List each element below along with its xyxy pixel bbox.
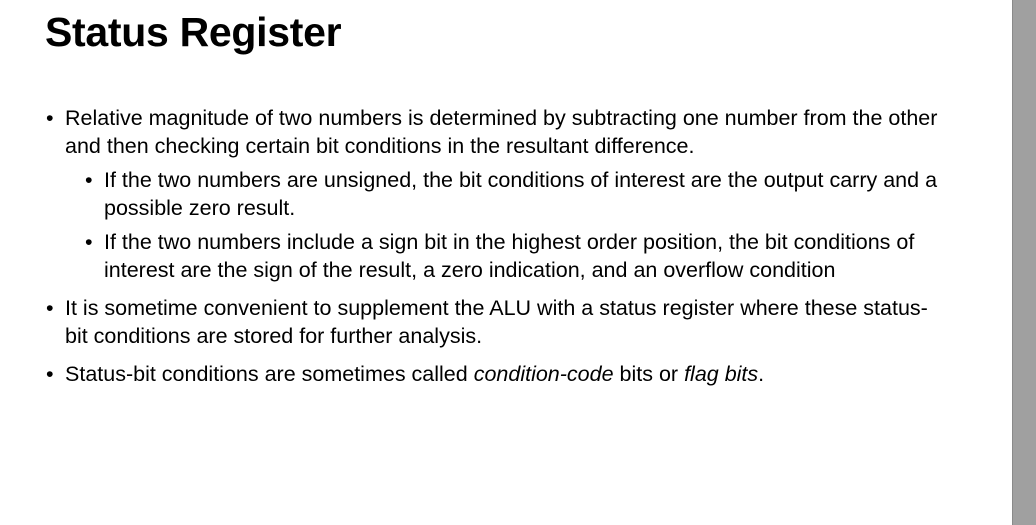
bullet-dot-icon: •	[46, 362, 54, 386]
bullet-dot-icon: •	[46, 296, 54, 320]
bullet-text-post: .	[758, 362, 765, 386]
sub-bullet-item-2: • If the two numbers include a sign bit …	[85, 228, 946, 284]
term-flag-bits: flag bits	[684, 362, 759, 386]
slide-title: Status Register	[45, 9, 342, 55]
bullet-dot-icon: •	[46, 106, 54, 130]
sub-bullet-item-1: • If the two numbers are unsigned, the b…	[85, 166, 946, 222]
sub-bullet-text: If the two numbers include a sign bit in…	[104, 230, 915, 282]
bullet-dot-icon: •	[85, 230, 93, 254]
bullet-item-1: • Relative magnitude of two numbers is d…	[46, 104, 946, 284]
window-edge-scrollbar	[1012, 0, 1036, 525]
sub-bullet-list: • If the two numbers are unsigned, the b…	[85, 166, 946, 284]
bullet-text: Relative magnitude of two numbers is det…	[65, 106, 938, 158]
bullet-item-3: • Status-bit conditions are sometimes ca…	[46, 360, 946, 388]
sub-bullet-text: If the two numbers are unsigned, the bit…	[104, 168, 938, 220]
bullet-text-pre: Status-bit conditions are sometimes call…	[65, 362, 474, 386]
slide: Status Register • Relative magnitude of …	[0, 0, 1012, 525]
term-condition-code: condition-code	[473, 362, 614, 386]
bullet-item-2: • It is sometime convenient to supplemen…	[46, 294, 946, 350]
bullet-text-mid: bits or	[613, 362, 685, 386]
slide-content: • Relative magnitude of two numbers is d…	[46, 104, 946, 398]
bullet-list: • Relative magnitude of two numbers is d…	[46, 104, 946, 388]
bullet-text: It is sometime convenient to supplement …	[65, 296, 928, 348]
bullet-dot-icon: •	[85, 168, 93, 192]
